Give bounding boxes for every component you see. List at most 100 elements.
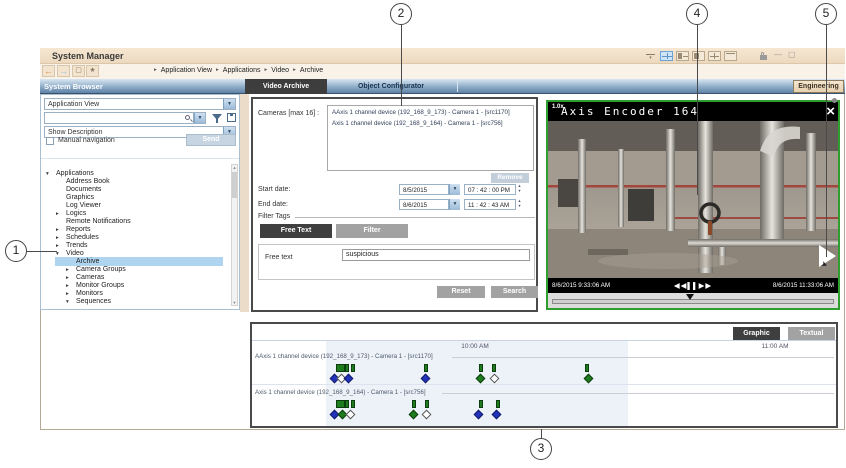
recording-segment-marker[interactable] <box>351 364 355 372</box>
scroll-down-icon[interactable]: ▼ <box>232 300 237 305</box>
tab-object-configurator[interactable]: Object Configurator <box>327 79 455 94</box>
collapse-pin-icon[interactable]: ▾ <box>646 54 655 64</box>
tree-expanded-icon[interactable]: ▾ <box>46 171 49 177</box>
layout-single-pane-icon[interactable] <box>724 51 737 61</box>
chevron-down-icon[interactable]: ▼ <box>223 99 235 109</box>
recording-segment-marker[interactable] <box>492 364 496 372</box>
tree-scrollbar[interactable]: ▲ ▼ <box>231 164 238 306</box>
start-time-spinner[interactable]: ▲▼ <box>516 184 523 195</box>
sidebar-item-schedules[interactable]: ▸Schedules <box>41 234 231 242</box>
tree-expanded-icon[interactable]: ▾ <box>66 299 69 305</box>
tree-collapsed-icon[interactable]: ▸ <box>66 283 69 289</box>
end-time-field[interactable]: 11 : 42 : 43 AM <box>464 199 516 210</box>
view-selector-dropdown[interactable]: Application View ▼ <box>44 98 236 110</box>
tree-collapsed-icon[interactable]: ▸ <box>66 291 69 297</box>
video-seek-slider[interactable] <box>548 293 838 308</box>
fast-forward-icon[interactable]: ▶▶ <box>699 281 713 290</box>
manual-navigation-checkbox[interactable] <box>46 137 54 145</box>
save-icon[interactable] <box>227 113 236 122</box>
textual-button[interactable]: Textual <box>788 327 835 340</box>
rewind-icon[interactable]: ◀◀ <box>674 281 688 290</box>
sidebar-item-graphics[interactable]: Graphics <box>41 194 231 202</box>
minimize-button[interactable]: — <box>774 50 782 60</box>
sidebar-item-reports[interactable]: ▸Reports <box>41 226 231 234</box>
sidebar-item-trends[interactable]: ▸Trends <box>41 242 231 250</box>
tree-collapsed-icon[interactable]: ▸ <box>56 211 59 217</box>
recording-segment-marker[interactable] <box>336 364 345 372</box>
free-text-input[interactable]: suspicious <box>342 249 530 261</box>
free-text-tab[interactable]: Free Text <box>260 224 332 238</box>
breadcrumb-item[interactable]: Archive <box>300 67 323 74</box>
recording-segment-marker[interactable] <box>412 400 416 408</box>
window-mode-button[interactable]: ▢ <box>72 65 85 77</box>
recording-segment-marker[interactable] <box>345 364 349 372</box>
end-date-calendar-button[interactable]: ▼ <box>449 199 460 210</box>
sidebar-item-sequences[interactable]: ▾Sequences <box>41 298 231 306</box>
search-dropdown-button[interactable]: ▼ <box>194 112 206 124</box>
tree-collapsed-icon[interactable]: ▸ <box>66 275 69 281</box>
graphic-button[interactable]: Graphic <box>733 327 780 340</box>
sidebar-item-logics[interactable]: ▸Logics <box>41 210 231 218</box>
layout-quad-pane-icon[interactable] <box>708 51 721 61</box>
recording-segment-marker[interactable] <box>424 364 428 372</box>
camera-list-item[interactable]: AAxis 1 channel device (192_168_9_173) -… <box>328 106 533 117</box>
recording-segment-marker[interactable] <box>479 364 483 372</box>
back-button[interactable]: ← <box>42 65 55 77</box>
sidebar-item-camera-groups[interactable]: ▸Camera Groups <box>41 266 231 274</box>
start-date-field[interactable]: 8/5/2015 <box>399 184 449 195</box>
camera-list-item[interactable]: Axis 1 channel device (192_168_9_164) - … <box>328 117 533 128</box>
scroll-up-icon[interactable]: ▲ <box>232 165 237 170</box>
recording-segment-marker[interactable] <box>479 400 483 408</box>
filter-tab[interactable]: Filter <box>336 224 408 238</box>
playback-controls[interactable]: ◀◀▌▌▶▶ <box>674 281 712 290</box>
sidebar-item-archive[interactable]: Archive <box>41 258 231 266</box>
layout-grid-icon[interactable] <box>660 51 673 61</box>
maximize-button[interactable]: ▢ <box>788 50 796 60</box>
search-input[interactable] <box>44 112 194 124</box>
engineering-button[interactable]: Engineering <box>793 80 844 93</box>
send-button[interactable]: Send <box>186 134 236 146</box>
layout-left-pane-icon[interactable] <box>676 51 689 61</box>
panel-splitter[interactable] <box>240 94 249 312</box>
spinner-up-icon: ▲ <box>518 184 522 188</box>
tree-collapsed-icon[interactable]: ▸ <box>66 267 69 273</box>
close-icon[interactable]: × <box>826 102 835 121</box>
recording-segment-marker[interactable] <box>351 400 355 408</box>
favorites-button[interactable]: ★ <box>86 65 99 77</box>
start-date-calendar-button[interactable]: ▼ <box>449 184 460 195</box>
scrollbar-thumb[interactable] <box>232 172 237 198</box>
recording-segment-marker[interactable] <box>345 400 349 408</box>
tree-collapsed-icon[interactable]: ▸ <box>56 235 59 241</box>
end-time-spinner[interactable]: ▲▼ <box>516 199 523 210</box>
tab-video-archive[interactable]: Video Archive <box>245 79 327 94</box>
sidebar-item-documents[interactable]: Documents <box>41 186 231 194</box>
breadcrumb-item[interactable]: Video <box>271 67 289 74</box>
seek-thumb[interactable] <box>686 294 694 300</box>
auto-hide-pin-icon[interactable] <box>832 98 837 103</box>
tree-collapsed-icon[interactable]: ▸ <box>56 227 59 233</box>
sidebar-item-monitor-groups[interactable]: ▸Monitor Groups <box>41 282 231 290</box>
remove-button[interactable]: Remove <box>491 173 529 183</box>
sidebar-item-monitors[interactable]: ▸Monitors <box>41 290 231 298</box>
reset-button[interactable]: Reset <box>437 286 485 298</box>
sidebar-item-address-book[interactable]: Address Book <box>41 178 231 186</box>
sidebar-item-applications[interactable]: ▾Applications <box>41 170 231 178</box>
forward-button[interactable]: → <box>57 65 70 77</box>
layout-two-pane-icon[interactable] <box>692 51 705 61</box>
end-date-field[interactable]: 8/6/2015 <box>399 199 449 210</box>
breadcrumb-item[interactable]: Applications <box>223 67 261 74</box>
sidebar-item-remote-notifications[interactable]: Remote Notifications <box>41 218 231 226</box>
pause-icon[interactable]: ▌▌ <box>687 283 698 290</box>
recording-segment-marker[interactable] <box>585 364 589 372</box>
start-time-field[interactable]: 07 : 42 : 00 PM <box>464 184 516 195</box>
sidebar-item-cameras[interactable]: ▸Cameras <box>41 274 231 282</box>
sidebar-item-log-viewer[interactable]: Log Viewer <box>41 202 231 210</box>
recording-segment-marker[interactable] <box>336 400 345 408</box>
recording-segment-marker[interactable] <box>496 400 500 408</box>
camera-list[interactable]: AAxis 1 channel device (192_168_9_173) -… <box>327 105 534 171</box>
callout-5: 5 <box>815 3 837 25</box>
breadcrumb-item[interactable]: Application View <box>161 67 212 74</box>
search-button[interactable]: Search <box>491 286 538 298</box>
tree-collapsed-icon[interactable]: ▸ <box>56 243 59 249</box>
recording-segment-marker[interactable] <box>425 400 429 408</box>
